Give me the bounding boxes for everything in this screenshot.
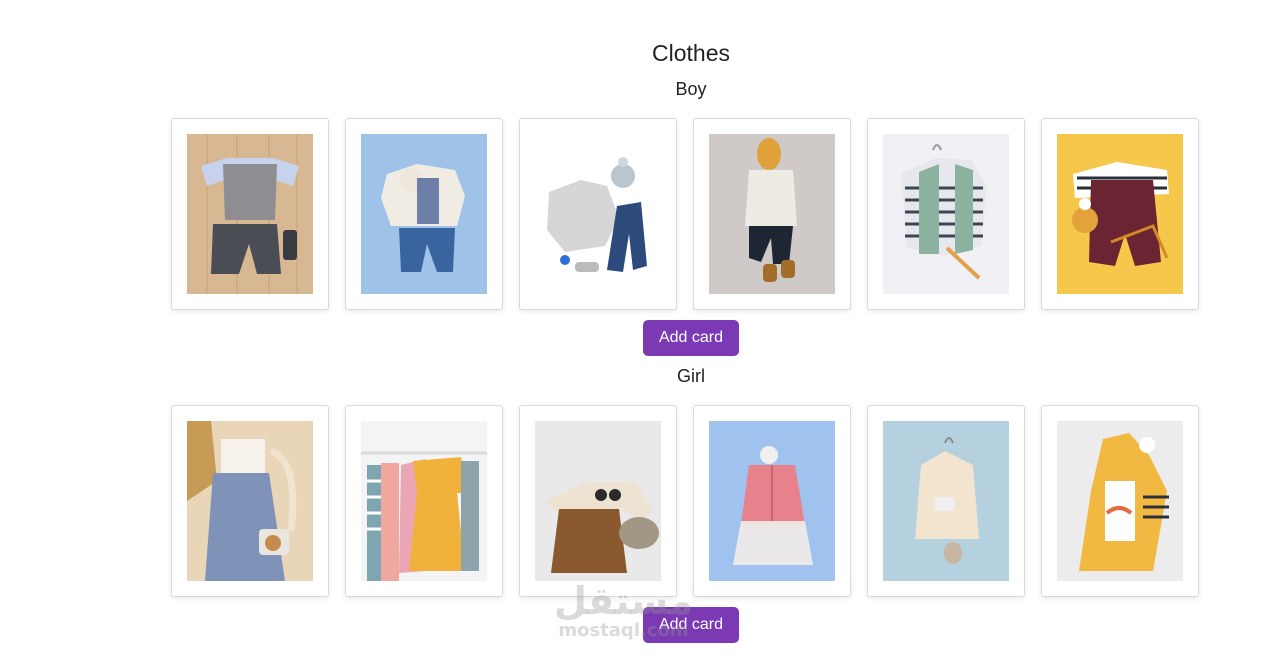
product-card[interactable]: [171, 118, 329, 310]
page-title: Clothes: [652, 40, 730, 66]
product-image: [1057, 134, 1183, 294]
card-row-boy: [171, 118, 1199, 310]
product-card[interactable]: [345, 405, 503, 597]
product-card[interactable]: [519, 405, 677, 597]
add-card-button[interactable]: Add card: [643, 320, 739, 356]
product-image: [709, 421, 835, 581]
product-card[interactable]: [693, 118, 851, 310]
product-image: [187, 134, 313, 294]
product-card[interactable]: [867, 118, 1025, 310]
product-image: [361, 134, 487, 294]
product-card[interactable]: [1041, 118, 1199, 310]
card-row-girl: [171, 405, 1199, 597]
product-image: [883, 134, 1009, 294]
product-image: [535, 134, 661, 294]
product-image: [535, 421, 661, 581]
product-image: [1057, 421, 1183, 581]
product-card[interactable]: [693, 405, 851, 597]
product-card[interactable]: [519, 118, 677, 310]
section-title-boy: Boy: [675, 79, 707, 99]
product-image: [361, 421, 487, 581]
section-title-girl: Girl: [677, 366, 705, 386]
product-card[interactable]: [171, 405, 329, 597]
product-card[interactable]: [867, 405, 1025, 597]
product-image: [187, 421, 313, 581]
product-image: [883, 421, 1009, 581]
product-card[interactable]: [345, 118, 503, 310]
product-image: [709, 134, 835, 294]
add-card-button[interactable]: Add card: [643, 607, 739, 643]
product-card[interactable]: [1041, 405, 1199, 597]
